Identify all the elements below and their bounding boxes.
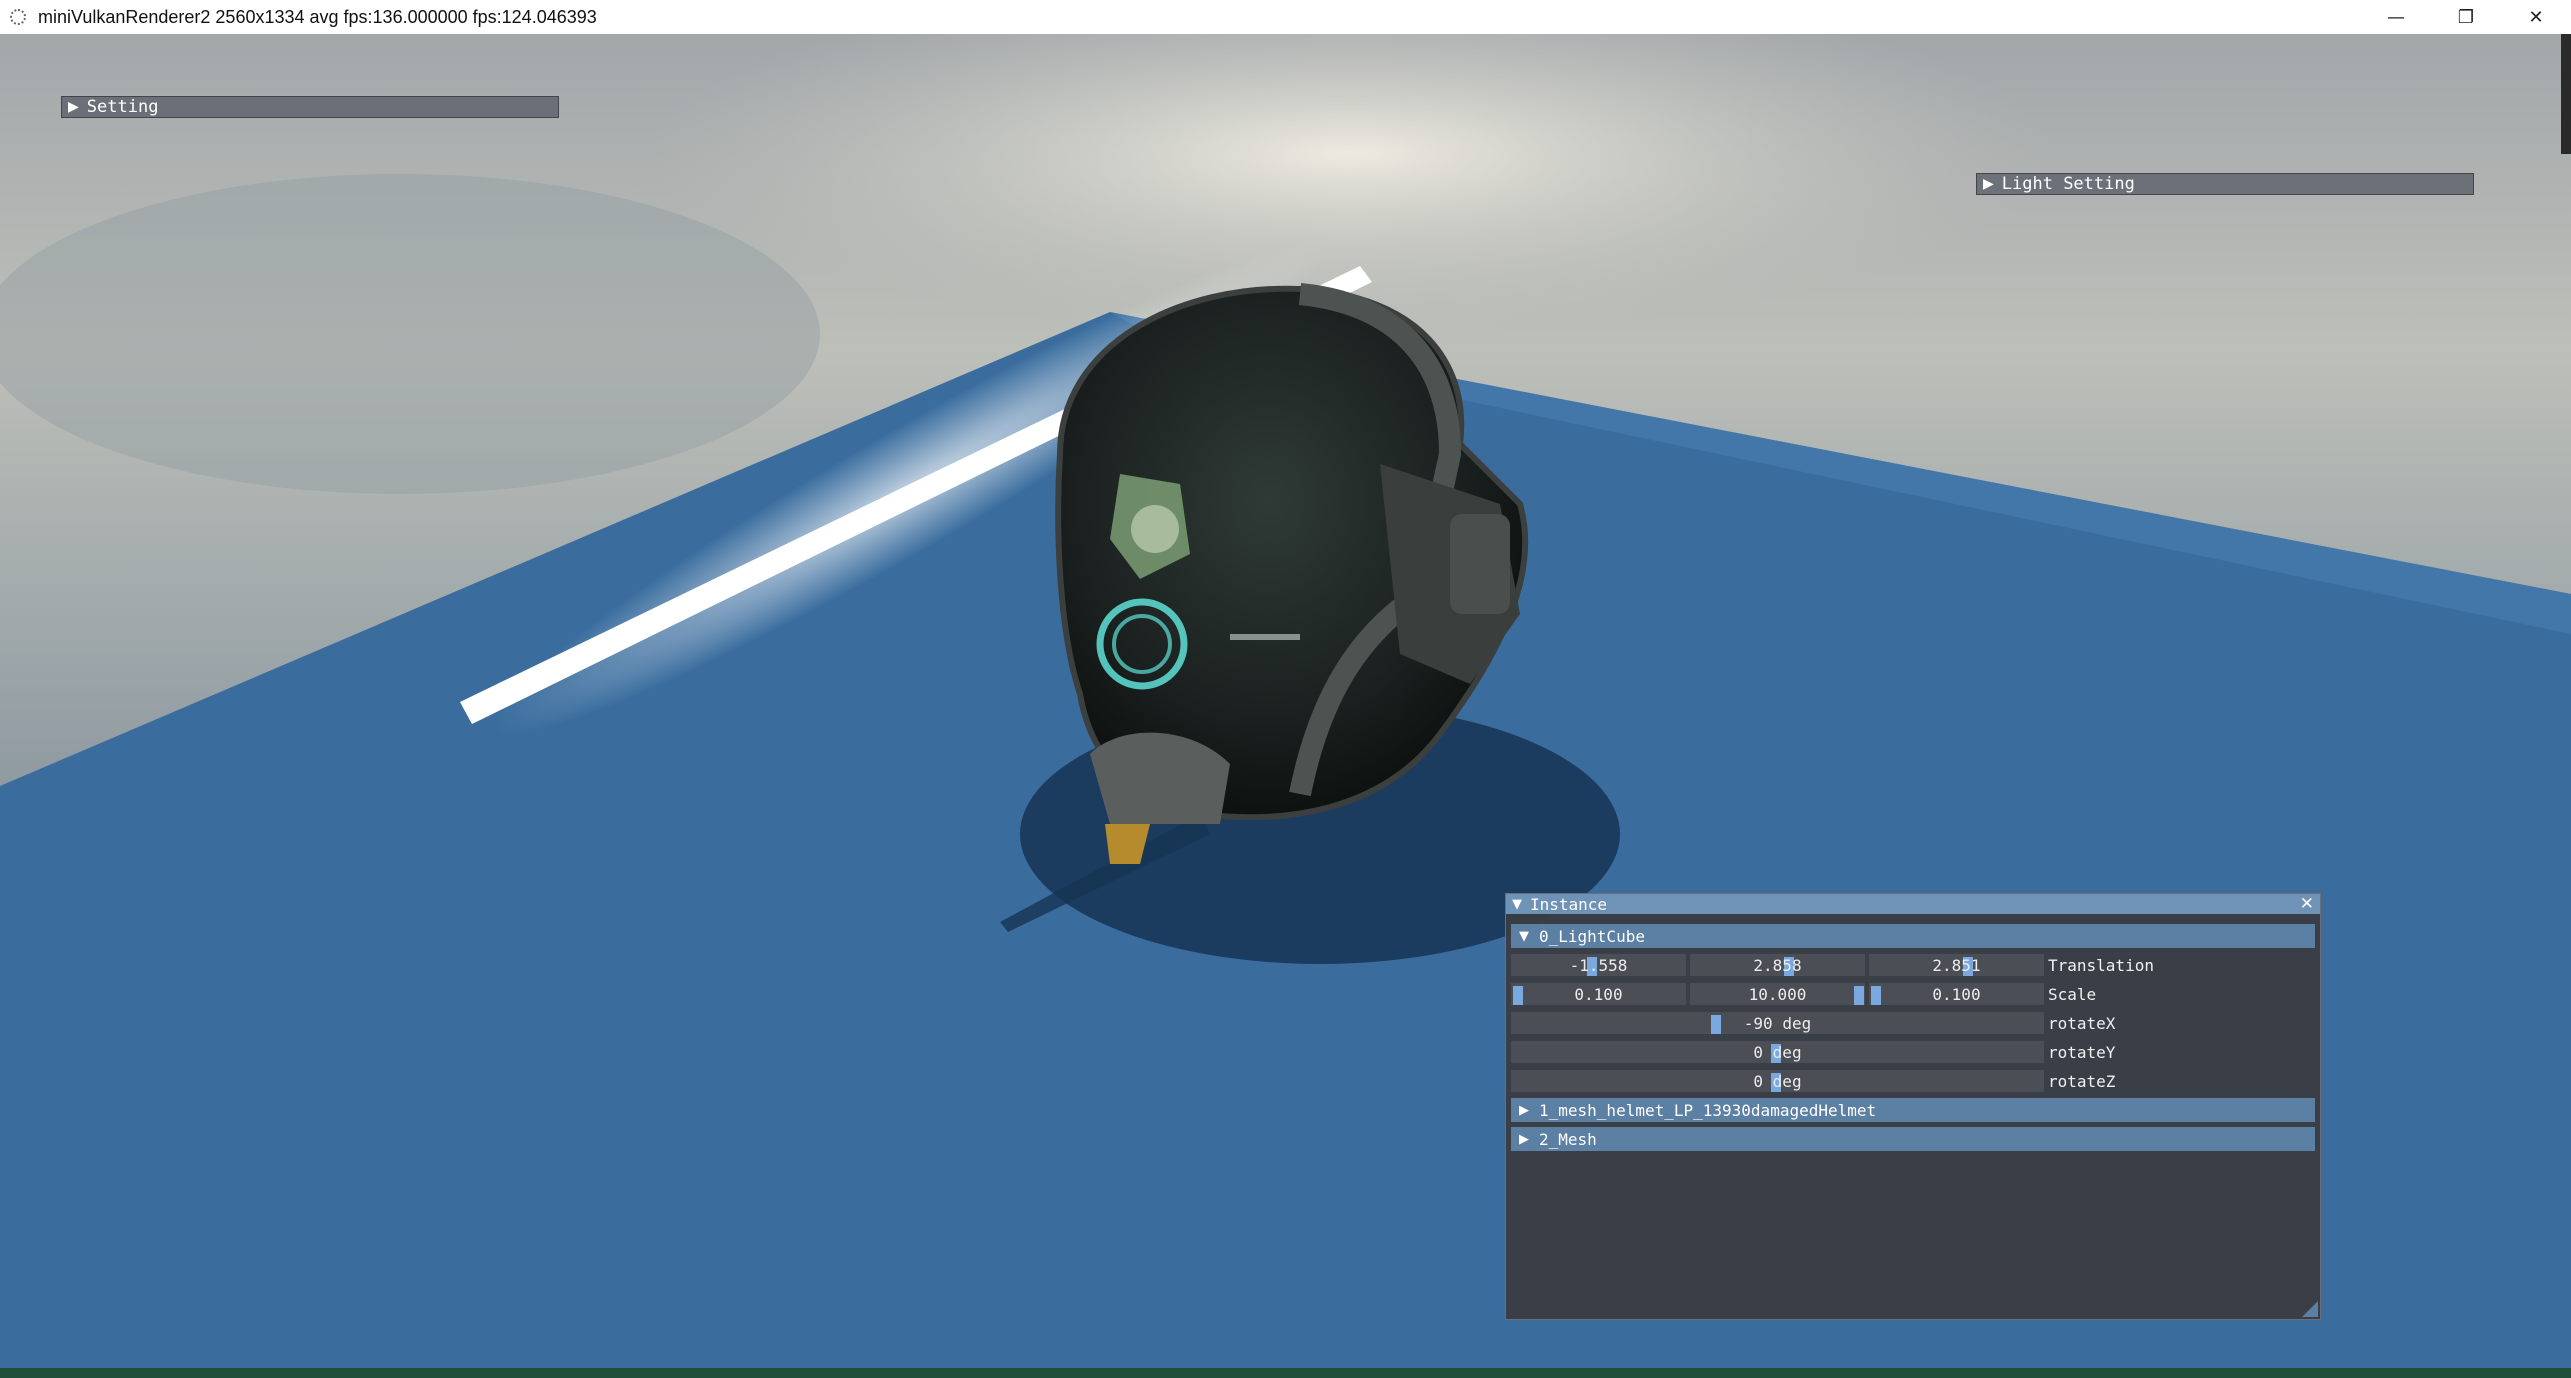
translation-z-slider[interactable]: 2.851 [1869,954,2044,976]
translation-x-slider[interactable]: -1.558 [1511,954,1686,976]
tree-node-label: 0_LightCube [1539,926,1645,946]
close-button[interactable]: ✕ [2501,0,2571,34]
close-icon[interactable]: ✕ [2300,895,2314,913]
expanded-triangle-icon[interactable]: ▼ [1512,897,1522,912]
window-title: miniVulkanRenderer2 2560x1334 avg fps:13… [38,6,597,27]
setting-window-title: Setting [86,97,159,117]
light-setting-window[interactable]: ▶ Light Setting [1976,173,2474,195]
scale-x-slider[interactable]: 0.100 [1511,983,1686,1005]
expanded-triangle-icon[interactable]: ▼ [1519,929,1529,944]
translation-y-slider[interactable]: 2.858 [1690,954,1865,976]
slider-grab[interactable] [1711,1015,1721,1034]
scale-label: Scale [2048,984,2097,1004]
window-controls: — ❐ ✕ [2361,0,2571,34]
instance-window-title-bar[interactable]: ▼ Instance ✕ [1506,894,2320,914]
minimize-button[interactable]: — [2361,0,2431,34]
scale-z-slider[interactable]: 0.100 [1869,983,2044,1005]
translation-row: -1.558 2.858 2.851 Translation [1511,952,2315,976]
rotate-x-slider[interactable]: -90 deg [1511,1012,2044,1034]
tree-node-mesh[interactable]: ▶ 2_Mesh [1511,1127,2315,1151]
resize-grip[interactable] [2302,1301,2318,1317]
tree-node-helmet-mesh[interactable]: ▶ 1_mesh_helmet_LP_13930damagedHelmet [1511,1098,2315,1122]
collapsed-triangle-icon[interactable]: ▶ [1519,1103,1529,1118]
collapsed-triangle-icon[interactable]: ▶ [68,99,79,115]
maximize-button[interactable]: ❐ [2431,0,2501,34]
slider-grab[interactable] [1871,986,1881,1005]
viewport-edge-scrollbar [2561,34,2571,154]
rotate-z-row: 0 deg rotateZ [1511,1068,2315,1092]
setting-window[interactable]: ▶ Setting [61,96,559,118]
slider-grab[interactable] [1854,986,1864,1005]
bottom-strip [0,1368,2571,1378]
slider-grab[interactable] [1513,986,1523,1005]
light-setting-window-title: Light Setting [2001,174,2135,194]
instance-window[interactable]: ▼ Instance ✕ ▼ 0_LightCube -1.558 2.858 … [1505,893,2321,1320]
rotate-x-label: rotateX [2048,1013,2116,1033]
tree-node-label: 1_mesh_helmet_LP_13930damagedHelmet [1539,1100,1877,1120]
instance-window-title: Instance [1530,894,1608,914]
tree-node-label: 2_Mesh [1539,1129,1597,1149]
rotate-y-label: rotateY [2048,1042,2116,1062]
rotate-z-label: rotateZ [2048,1071,2116,1091]
scale-y-slider[interactable]: 10.000 [1690,983,1865,1005]
window-title-bar[interactable]: miniVulkanRenderer2 2560x1334 avg fps:13… [0,0,2571,34]
rotate-z-slider[interactable]: 0 deg [1511,1070,2044,1092]
rotate-x-row: -90 deg rotateX [1511,1010,2315,1034]
tree-node-light-cube[interactable]: ▼ 0_LightCube [1511,924,2315,948]
scale-row: 0.100 10.000 0.100 Scale [1511,981,2315,1005]
collapsed-triangle-icon[interactable]: ▶ [1519,1132,1529,1147]
app-icon [10,9,26,25]
translation-label: Translation [2048,955,2154,975]
rotate-y-row: 0 deg rotateY [1511,1039,2315,1063]
collapsed-triangle-icon[interactable]: ▶ [1983,176,1994,192]
rotate-y-slider[interactable]: 0 deg [1511,1041,2044,1063]
